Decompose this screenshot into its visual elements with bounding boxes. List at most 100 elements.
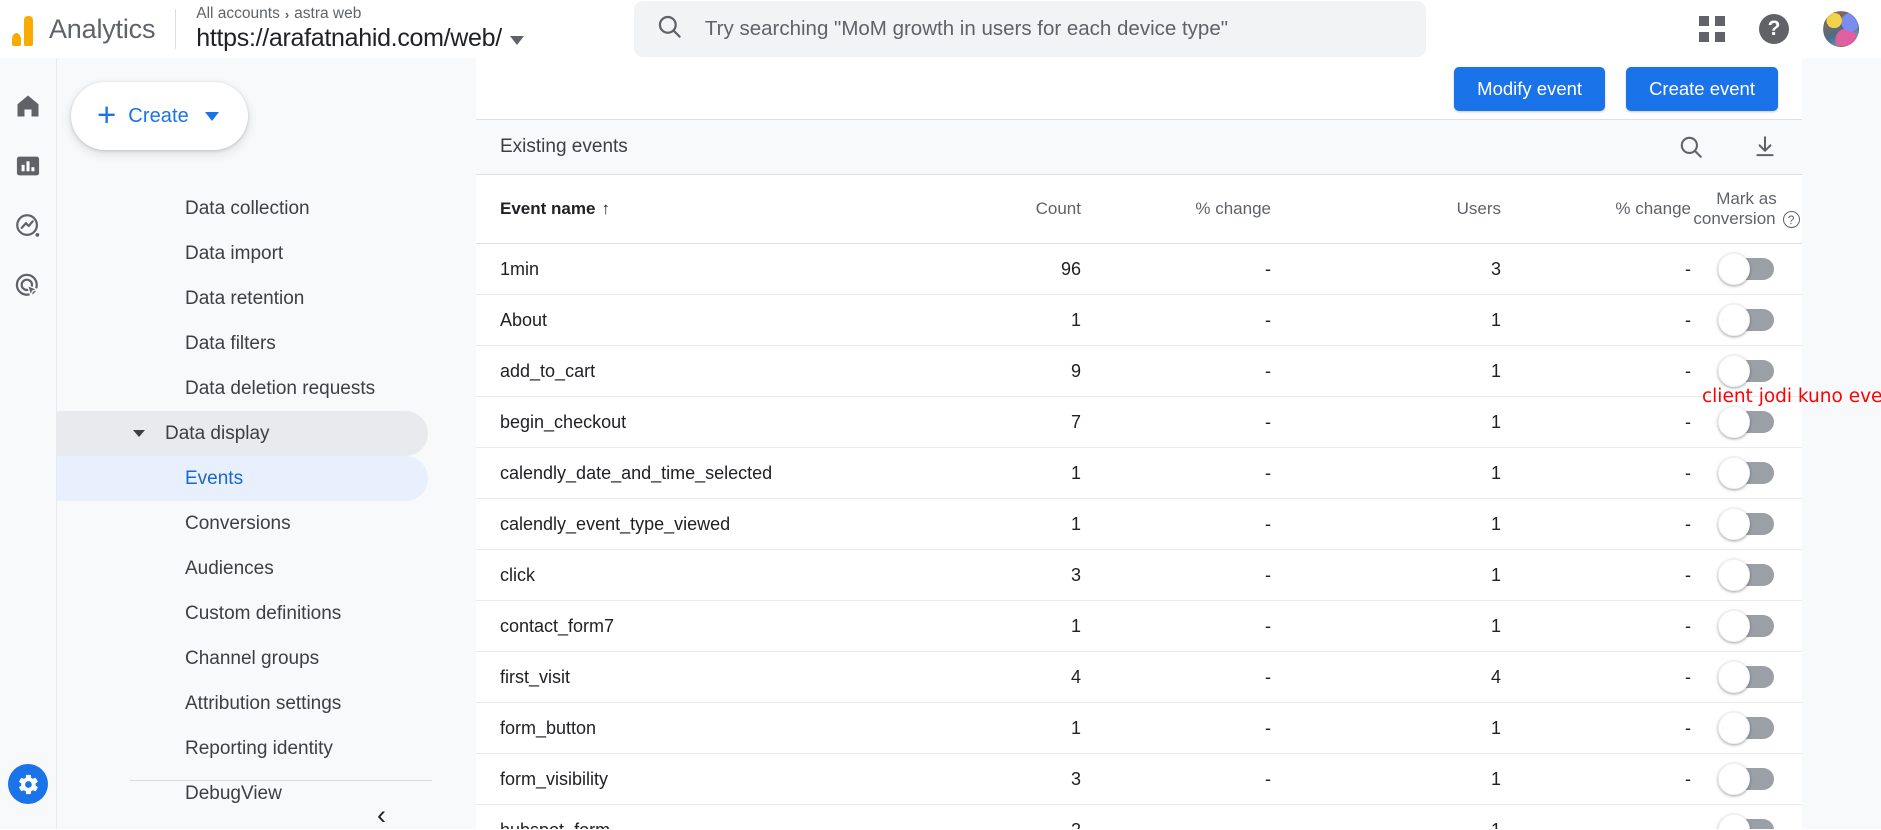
help-circle-icon[interactable]: ?: [1782, 211, 1800, 229]
table-row[interactable]: 1min 96-3-: [476, 243, 1802, 295]
mark-as-conversion-toggle[interactable]: [1717, 457, 1774, 490]
sidebar-item-home[interactable]: [8, 88, 48, 128]
property-name-row[interactable]: https://arafatnahid.com/web/: [196, 24, 524, 53]
table-row[interactable]: calendly_date_and_time_selected 1-1-: [476, 447, 1802, 499]
event-name-cell: calendly_date_and_time_selected: [476, 447, 976, 499]
advertising-target-icon: [14, 272, 42, 305]
sidebar-item-debugview[interactable]: DebugView: [57, 771, 428, 816]
sidebar-item-custom-definitions[interactable]: Custom definitions: [57, 591, 428, 636]
mark-as-conversion-toggle[interactable]: [1717, 610, 1774, 643]
sidebar-item-audiences[interactable]: Audiences: [57, 546, 428, 591]
event-count-cell: 9: [976, 345, 1081, 397]
event-count-change-cell: -: [1081, 753, 1271, 805]
table-row[interactable]: add_to_cart 9-1-: [476, 345, 1802, 397]
mark-as-conversion-toggle[interactable]: [1717, 253, 1774, 286]
apps-grid-icon[interactable]: [1699, 16, 1725, 42]
column-header-count-change[interactable]: % change: [1081, 175, 1271, 244]
table-row[interactable]: hubspot_form2-1-: [476, 804, 1802, 829]
events-table: Event name ↑ Count % change Users % chang…: [476, 175, 1802, 829]
help-circle-icon[interactable]: ?: [1759, 14, 1789, 44]
download-icon[interactable]: [1752, 134, 1778, 160]
event-users-cell: 1: [1271, 549, 1501, 601]
event-users-cell: 1: [1271, 447, 1501, 499]
event-count-cell: 1: [976, 702, 1081, 754]
mark-as-conversion-cell: [1691, 702, 1802, 754]
avatar[interactable]: [1823, 11, 1859, 47]
sidebar-item-label: Events: [185, 467, 244, 489]
table-row[interactable]: contact_form7 1-1-: [476, 600, 1802, 652]
mark-as-conversion-toggle[interactable]: [1717, 559, 1774, 592]
mark-as-conversion-toggle[interactable]: [1717, 661, 1774, 694]
admin-section: [8, 764, 48, 804]
toggle-knob: [1717, 814, 1750, 829]
sidebar-item-events[interactable]: Events: [57, 456, 428, 501]
toggle-knob: [1717, 304, 1750, 337]
event-users-cell: 1: [1271, 396, 1501, 448]
chevron-left-icon[interactable]: ‹: [377, 802, 386, 829]
account-property-selector[interactable]: All accounts › astra web https://arafatn…: [196, 5, 524, 53]
analytics-logo-icon[interactable]: [12, 12, 33, 46]
modify-event-button[interactable]: Modify event: [1454, 66, 1606, 111]
mark-as-conversion-toggle[interactable]: [1717, 406, 1774, 439]
mark-as-conversion-cell: [1691, 243, 1802, 295]
breadcrumb[interactable]: All accounts › astra web: [196, 5, 524, 23]
mark-as-conversion-toggle[interactable]: [1717, 355, 1774, 388]
table-row[interactable]: form_button 1-1-: [476, 702, 1802, 754]
chevron-down-icon[interactable]: [509, 36, 524, 45]
sidebar-item-explore[interactable]: [8, 208, 48, 248]
create-button[interactable]: + Create: [71, 82, 248, 150]
table-row[interactable]: form_visibility 3-1-: [476, 753, 1802, 805]
sidebar-item-channel-groups[interactable]: Channel groups: [57, 636, 428, 681]
sidebar-item-label: Data collection: [185, 197, 310, 219]
create-event-button[interactable]: Create event: [1626, 66, 1778, 111]
sidebar-item-data-retention[interactable]: Data retention: [57, 276, 428, 321]
mark-as-conversion-toggle[interactable]: [1717, 763, 1774, 796]
sidebar-item-data-import[interactable]: Data import: [57, 231, 428, 276]
sidebar-item-reporting-identity[interactable]: Reporting identity: [57, 726, 428, 771]
table-row[interactable]: first_visit 4-4-: [476, 651, 1802, 703]
event-count-cell: 7: [976, 396, 1081, 448]
event-count-cell: 1: [976, 498, 1081, 550]
sidebar-item-conversions[interactable]: Conversions: [57, 501, 428, 546]
chevron-down-icon[interactable]: [133, 430, 145, 437]
event-count-cell: 4: [976, 651, 1081, 703]
table-row[interactable]: calendly_event_type_viewed 1-1-: [476, 498, 1802, 550]
sidebar-item-attribution-settings[interactable]: Attribution settings: [57, 681, 428, 726]
event-name-cell: begin_checkout: [476, 396, 976, 448]
event-count-cell: 2: [976, 804, 1081, 829]
sidebar-item-label: Data display: [165, 422, 270, 444]
search-input[interactable]: [704, 17, 1404, 41]
column-header-event-name[interactable]: Event name ↑: [476, 175, 976, 244]
table-row[interactable]: click 3-1-: [476, 549, 1802, 601]
sidebar-item-data-collection[interactable]: Data collection: [57, 186, 428, 231]
breadcrumb-all-accounts[interactable]: All accounts: [196, 5, 280, 23]
sidebar-item-advertising[interactable]: [8, 268, 48, 308]
search-icon[interactable]: [1678, 134, 1704, 160]
global-search[interactable]: [633, 1, 1426, 57]
event-name-cell: calendly_event_type_viewed: [476, 498, 976, 550]
gear-icon[interactable]: [8, 764, 48, 804]
chevron-down-icon[interactable]: [204, 111, 219, 121]
mark-as-conversion-toggle[interactable]: [1717, 508, 1774, 541]
event-count-change-cell: -: [1081, 804, 1271, 829]
column-header-count[interactable]: Count: [976, 175, 1081, 244]
plus-icon: +: [97, 96, 117, 133]
mark-as-conversion-toggle[interactable]: [1717, 712, 1774, 745]
column-header-mark-as-conversion: Mark as conversion?: [1691, 175, 1802, 244]
sidebar-item-data-display[interactable]: Data display: [57, 411, 428, 456]
column-header-users[interactable]: Users: [1271, 175, 1501, 244]
mark-as-conversion-toggle[interactable]: [1717, 304, 1774, 337]
mark-as-conversion-toggle[interactable]: [1717, 814, 1774, 829]
table-row[interactable]: About 1-1-: [476, 294, 1802, 346]
event-name-cell: form_button: [476, 702, 976, 754]
sidebar-item-reports[interactable]: [8, 148, 48, 188]
sidebar-item-data-deletion-requests[interactable]: Data deletion requests: [57, 366, 428, 411]
column-header-users-change[interactable]: % change: [1501, 175, 1691, 244]
toggle-knob: [1717, 457, 1750, 490]
event-count-change-cell: -: [1081, 396, 1271, 448]
sidebar-item-data-filters[interactable]: Data filters: [57, 321, 428, 366]
table-row[interactable]: begin_checkout 7-1-: [476, 396, 1802, 448]
event-users-cell: 1: [1271, 753, 1501, 805]
breadcrumb-account-name[interactable]: astra web: [294, 5, 361, 23]
sidebar-item-label: Custom definitions: [185, 602, 342, 624]
